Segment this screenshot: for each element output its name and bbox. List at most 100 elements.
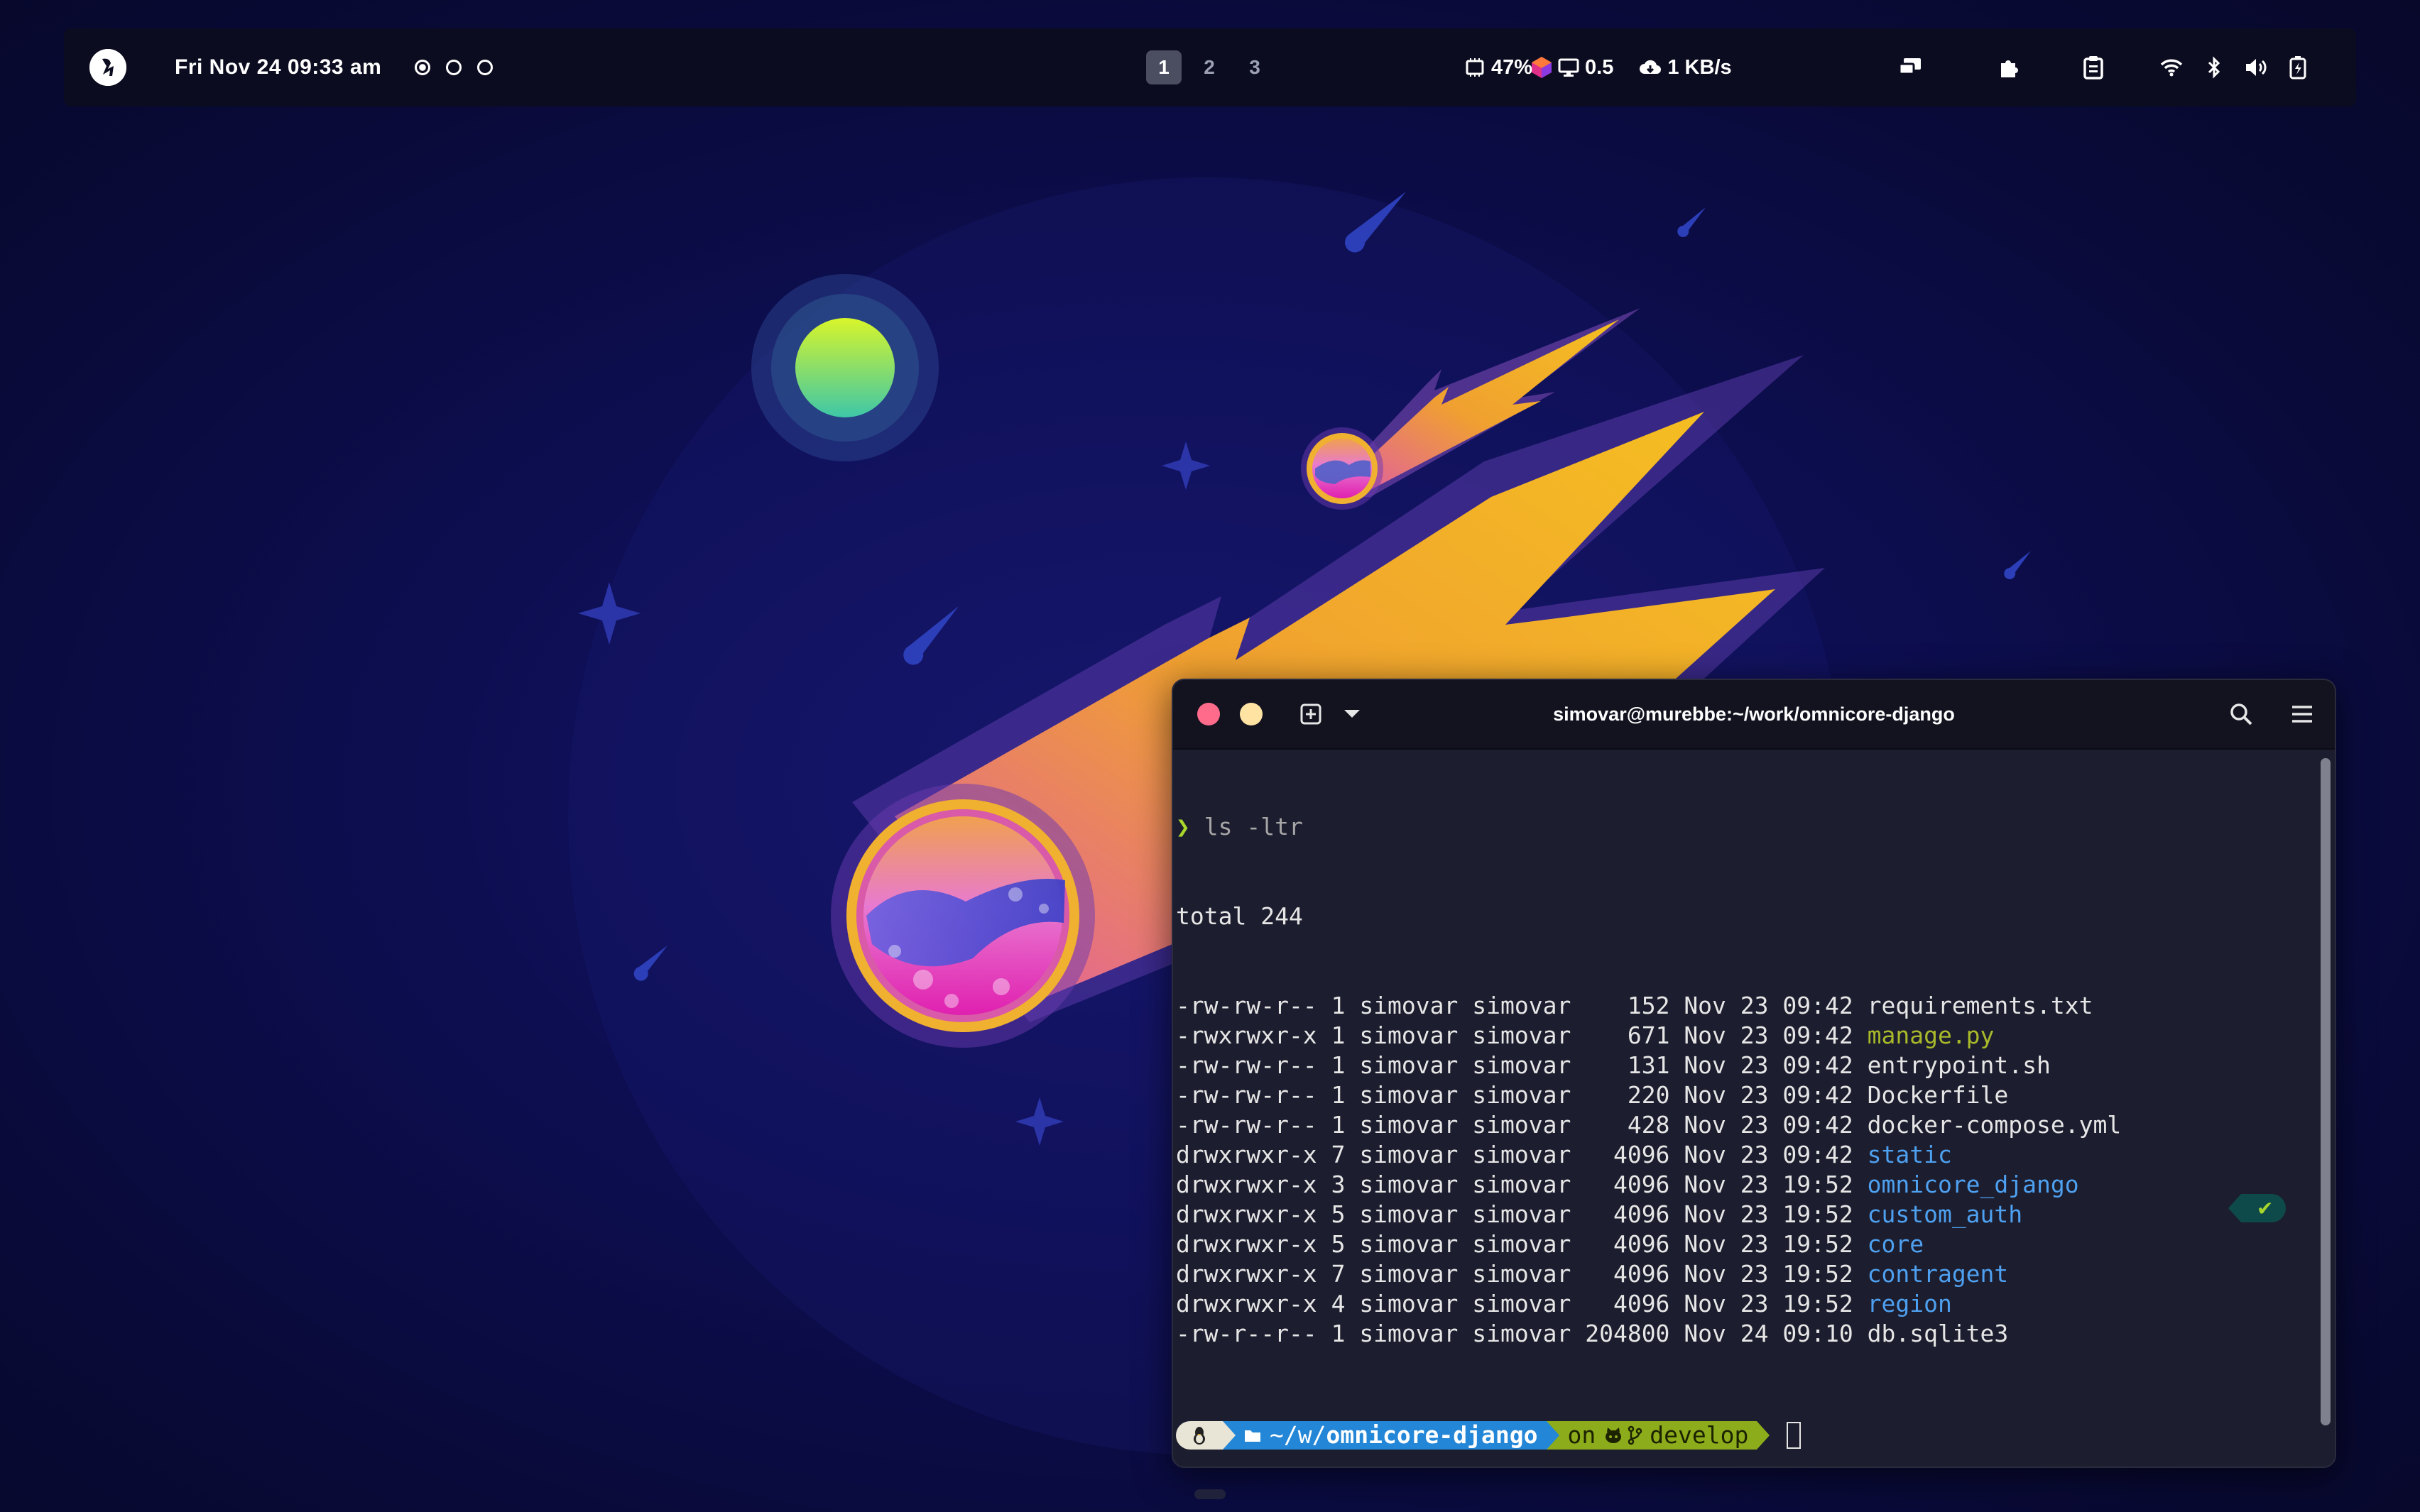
screen-share-icon[interactable] [1892, 49, 1929, 86]
listing-meta: -rwxrwxr-x 1 simovar simovar 671 Nov 23 … [1176, 1021, 1868, 1049]
listing-owner: simovar [1359, 1141, 1459, 1168]
listing-perms: drwxrwxr-x [1176, 1230, 1317, 1258]
command-text: ls -ltr [1204, 813, 1303, 840]
listing-filename[interactable]: docker-compose.yml [1868, 1111, 2122, 1139]
system-tray [1892, 28, 2316, 106]
listing-perms: drwxrwxr-x [1176, 1200, 1317, 1228]
listing-row: drwxrwxr-x 5 simovar simovar 4096 Nov 23… [1176, 1229, 2313, 1259]
listing-perms: -rw-rw-r-- [1176, 1051, 1317, 1079]
volume-icon[interactable] [2238, 49, 2275, 86]
workspace-1-button[interactable]: 1 [1146, 50, 1182, 84]
listing-owner: simovar [1359, 1051, 1459, 1079]
listing-row: -rw-rw-r-- 1 simovar simovar 131 Nov 23 … [1176, 1051, 2313, 1080]
listing-filename[interactable]: contragent [1868, 1260, 2009, 1288]
listing-date: Nov 23 09:42 [1684, 1141, 1853, 1168]
search-icon[interactable] [2224, 697, 2258, 731]
battery-icon[interactable] [2279, 49, 2316, 86]
load-value: 0.5 [1585, 55, 1614, 79]
cpu-icon [1466, 58, 1484, 77]
listing-perms: drwxrwxr-x [1176, 1171, 1317, 1198]
workspace-dot-icon[interactable] [446, 60, 462, 75]
listing-padding [1571, 1111, 1627, 1139]
listing-group: simovar [1472, 992, 1571, 1019]
listing-padding [1571, 1200, 1613, 1228]
prompt-dir-prefix: ~/w/ [1270, 1421, 1326, 1449]
workspace-dot-active-icon[interactable] [415, 60, 430, 75]
listing-filename[interactable]: manage.py [1868, 1021, 1995, 1049]
os-menu-button[interactable] [89, 28, 126, 106]
listing-perms: -rwxrwxr-x [1176, 1021, 1317, 1049]
powerline-prompt: ~/w/omnicore-django on develop [1176, 1421, 2313, 1450]
listing-filename[interactable]: core [1868, 1230, 1924, 1258]
hamburger-menu-icon[interactable] [2285, 697, 2319, 731]
listing-owner: simovar [1359, 992, 1459, 1019]
listing-group: simovar [1472, 1200, 1571, 1228]
listing-filename[interactable]: Dockerfile [1868, 1081, 2009, 1109]
listing-filename[interactable]: requirements.txt [1868, 992, 2093, 1019]
listing-filename[interactable]: region [1868, 1290, 1952, 1317]
extensions-icon[interactable] [1990, 49, 2027, 86]
listing-padding [1571, 1141, 1613, 1168]
workspace-indicator[interactable] [415, 28, 493, 106]
workspace-dot-icon[interactable] [477, 60, 493, 75]
linux-tux-icon [1194, 1427, 1205, 1445]
listing-row: drwxrwxr-x 3 simovar simovar 4096 Nov 23… [1176, 1170, 2313, 1200]
github-icon [1606, 1428, 1622, 1443]
terminal-output[interactable]: ❯ ls -ltr total 244 -rw-rw-r-- 1 simovar… [1176, 751, 2313, 1467]
terminal-title: simovar@murebbe:~/work/omnicore-django [1553, 703, 1955, 725]
listing-row: drwxrwxr-x 4 simovar simovar 4096 Nov 23… [1176, 1289, 2313, 1319]
bluetooth-icon[interactable] [2196, 49, 2233, 86]
clipboard-icon[interactable] [2075, 49, 2112, 86]
workspace-switcher: 1 2 3 [1146, 28, 1272, 106]
listing-filename[interactable]: static [1868, 1141, 1952, 1168]
listing-date: Nov 23 19:52 [1684, 1171, 1853, 1198]
terminal-titlebar[interactable]: simovar@murebbe:~/work/omnicore-django [1173, 680, 2335, 750]
listing-size: 4096 [1613, 1171, 1670, 1198]
listing-row: drwxrwxr-x 7 simovar simovar 4096 Nov 23… [1176, 1140, 2313, 1170]
terminal-window[interactable]: simovar@murebbe:~/work/omnicore-django ❯… [1172, 679, 2336, 1468]
listing-row: -rw-r--r-- 1 simovar simovar 204800 Nov … [1176, 1319, 2313, 1349]
listing-date: Nov 23 19:52 [1684, 1200, 1853, 1228]
listing-size: 4096 [1613, 1260, 1670, 1288]
file-listing: -rw-rw-r-- 1 simovar simovar 152 Nov 23 … [1176, 991, 2313, 1349]
listing-filename[interactable]: omnicore_django [1868, 1171, 2079, 1198]
listing-filename[interactable]: custom_auth [1868, 1200, 2023, 1228]
listing-date: Nov 23 09:42 [1684, 1081, 1853, 1109]
network-stat: 1 KB/s [1639, 56, 1732, 80]
listing-size: 152 [1627, 992, 1670, 1019]
clock[interactable]: Fri Nov 24 09:33 am [175, 28, 381, 106]
listing-date: Nov 24 09:10 [1684, 1320, 1853, 1347]
prompt-git-segment: on develop [1559, 1421, 1757, 1450]
wifi-icon[interactable] [2153, 49, 2190, 86]
listing-date: Nov 23 09:42 [1684, 1111, 1853, 1139]
listing-group: simovar [1472, 1021, 1571, 1049]
listing-owner: simovar [1359, 1081, 1459, 1109]
listing-size: 131 [1627, 1051, 1670, 1079]
listing-perms: -rw-rw-r-- [1176, 1111, 1317, 1139]
listing-links: 5 [1331, 1200, 1346, 1228]
listing-size: 4096 [1613, 1230, 1670, 1258]
listing-meta: drwxrwxr-x 3 simovar simovar 4096 Nov 23… [1176, 1171, 1868, 1198]
listing-meta: drwxrwxr-x 7 simovar simovar 4096 Nov 23… [1176, 1141, 1868, 1168]
listing-row: -rw-rw-r-- 1 simovar simovar 152 Nov 23 … [1176, 991, 2313, 1021]
listing-group: simovar [1472, 1141, 1571, 1168]
workspace-3-button[interactable]: 3 [1237, 50, 1272, 84]
command-line: ❯ ls -ltr [1176, 812, 2313, 842]
prompt-git-on: on [1567, 1421, 1596, 1449]
listing-filename[interactable]: db.sqlite3 [1868, 1320, 2009, 1347]
listing-group: simovar [1472, 1260, 1571, 1288]
system-monitor[interactable]: 47% 0.5 1 KB/s [1464, 28, 1732, 106]
listing-perms: -rw-rw-r-- [1176, 1081, 1317, 1109]
listing-links: 7 [1331, 1141, 1346, 1168]
listing-row: -rw-rw-r-- 1 simovar simovar 220 Nov 23 … [1176, 1080, 2313, 1110]
listing-owner: simovar [1359, 1171, 1459, 1198]
status-check-icon: ✔ [2241, 1194, 2287, 1222]
workspace-2-button[interactable]: 2 [1192, 50, 1227, 84]
total-line: total 244 [1176, 902, 1303, 930]
listing-size: 671 [1627, 1021, 1670, 1049]
listing-meta: -rw-rw-r-- 1 simovar simovar 428 Nov 23 … [1176, 1111, 1868, 1139]
scrollbar-thumb[interactable] [2321, 758, 2331, 1425]
dock-handle[interactable] [1194, 1489, 1226, 1499]
listing-padding [1571, 1171, 1613, 1198]
listing-filename[interactable]: entrypoint.sh [1868, 1051, 2051, 1079]
